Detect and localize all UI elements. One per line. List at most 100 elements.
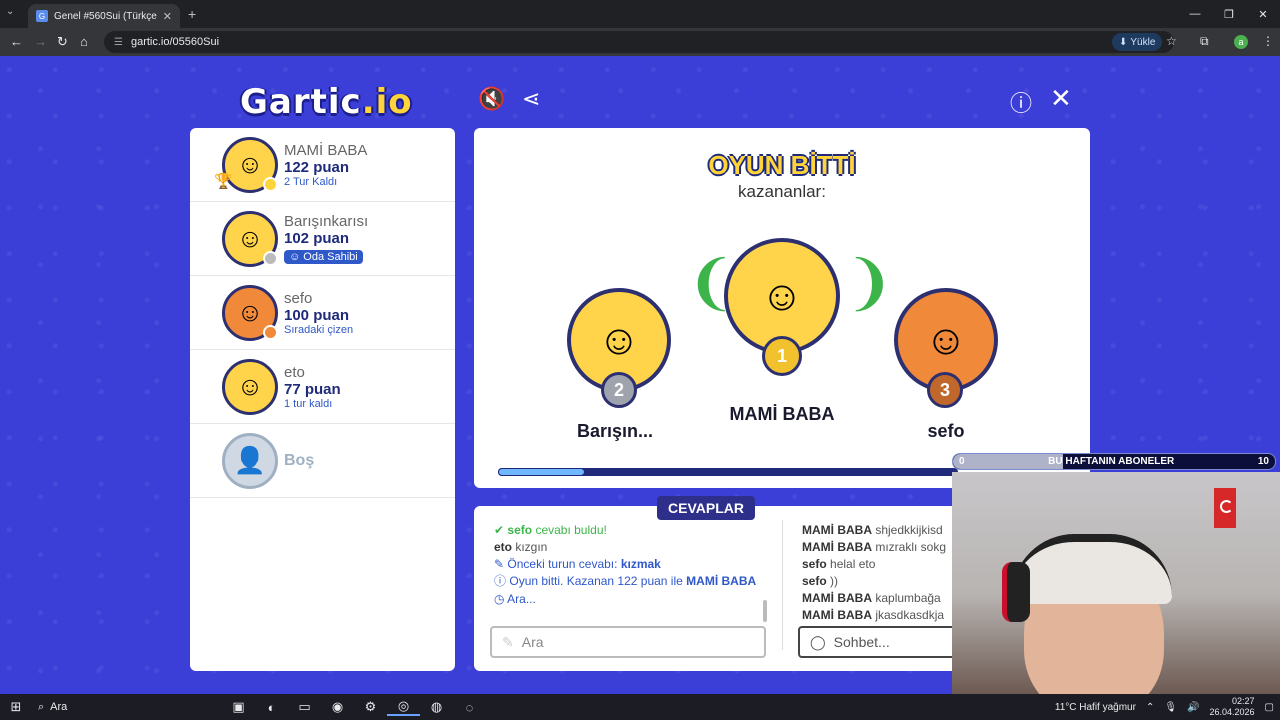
browser-toolbar: ← → ↻ ⌂ ☰ gartic.io/05560Sui ⬇ Yükle ☆ ⧉… (0, 28, 1280, 56)
volume-icon[interactable]: 🔊 (1187, 702, 1199, 713)
chat-text: mızraklı sokg (875, 540, 947, 554)
windows-taskbar: ⊞ ⌕ Ara ▣ ◐ ▭ ◉ ⚙ ◎ ◍ ◌ 11°C Hafif yağmu… (0, 694, 1280, 720)
clock-date: 26.04.2026 (1209, 707, 1255, 717)
clock-icon: ◷ (494, 592, 505, 606)
mute-icon[interactable]: 🔇 (478, 86, 505, 112)
profile-avatar[interactable]: a (1234, 35, 1248, 49)
minimize-button[interactable]: — (1178, 0, 1212, 28)
close-icon[interactable]: ✕ (1050, 83, 1072, 114)
taskbar-search[interactable]: ⌕ Ara (32, 701, 222, 714)
info-icon: ⓘ (494, 574, 507, 588)
game-over-panel: OYUN BİTTİ kazananlar: ☺ 2 Barışın... ❨ … (474, 128, 1090, 488)
gartic-logo[interactable]: Gartic.io (240, 82, 413, 122)
chat-message: MAMİ BABA shjedkkijkisd (802, 522, 952, 539)
spotify-icon[interactable]: ◉ (321, 699, 354, 715)
answers-log: ✔ sefo cevabı buldu! eto kızgın ✎ Önceki… (494, 522, 764, 608)
player-status-dot (263, 324, 278, 340)
clock[interactable]: 02:27 26.04.2026 (1210, 696, 1255, 718)
new-tab-button[interactable]: + (188, 6, 196, 22)
mic-icon[interactable]: 🎙 (1164, 702, 1177, 713)
home-icon[interactable]: ⌂ (80, 34, 88, 49)
browser-tab-active[interactable]: G Genel #560Sui (Türkçe) - Gartic.io ✕ (28, 4, 180, 28)
answer-found-line: ✔ sefo cevabı buldu! (494, 522, 764, 539)
install-app-button[interactable]: ⬇ Yükle (1112, 33, 1163, 51)
browser-menu-icon[interactable]: ⋮ (1262, 34, 1274, 48)
steam-icon[interactable]: ⚙ (354, 699, 387, 715)
empty-slot-row[interactable]: 👤 Boş (190, 424, 455, 498)
player-status-dot (263, 250, 278, 266)
answers-title: CEVAPLAR (657, 496, 755, 520)
webcam-overlay (952, 472, 1280, 694)
install-label: Yükle (1130, 36, 1156, 48)
player-name: eto (284, 363, 305, 381)
address-bar[interactable]: ☰ gartic.io/05560Sui (104, 31, 1174, 53)
answer-user: eto (494, 540, 512, 554)
player-row[interactable]: ☺ eto 77 puan 1 tur kaldı (190, 350, 455, 424)
site-info-icon[interactable]: ☰ (114, 37, 123, 48)
answer-input[interactable]: ✎ Ara (490, 626, 766, 658)
prev-answer-line: ✎ Önceki turun cevabı: kızmak (494, 556, 764, 573)
first-place-medal: 1 (762, 336, 802, 376)
file-explorer-icon[interactable]: ▭ (288, 699, 321, 715)
laurel-right-icon: ❩ (844, 249, 895, 316)
edge-icon[interactable]: ◐ (255, 700, 288, 715)
reload-icon[interactable]: ↻ (57, 34, 68, 50)
answers-scrollbar[interactable] (763, 600, 767, 622)
check-icon: ✔ (494, 523, 505, 537)
player-row[interactable]: ☺ 🏆 MAMİ BABA 122 puan 2 Tur Kaldı (190, 128, 455, 202)
chat-text: )) (830, 574, 839, 588)
obs-icon[interactable]: ◌ (453, 700, 486, 715)
info-icon[interactable]: ⓘ (1010, 86, 1032, 118)
round-progress-fill (498, 468, 586, 476)
discord-icon[interactable]: ◍ (420, 699, 453, 715)
second-place-medal: 2 (601, 372, 637, 408)
tab-search-dropdown-icon[interactable]: ⌄ (6, 6, 14, 17)
share-icon[interactable]: ⋖ (522, 86, 540, 112)
pencil-icon: ✎ (494, 557, 505, 571)
player-score: 77 puan (284, 380, 341, 398)
weather-widget[interactable]: 11°C Hafif yağmur (1055, 702, 1136, 713)
game-over-winner: MAMİ BABA (686, 574, 757, 588)
task-view-icon[interactable]: ▣ (222, 699, 255, 715)
chat-user: MAMİ BABA (802, 591, 872, 605)
player-status: Sıradaki çizen (284, 323, 354, 336)
chat-input[interactable]: ◯ Sohbet... (798, 626, 958, 658)
chat-message: sefo )) (802, 573, 952, 590)
chrome-icon[interactable]: ◎ (387, 698, 420, 716)
wait-line: ◷ Ara... (494, 591, 764, 608)
player-name: MAMİ BABA (284, 141, 368, 159)
turkish-flag (1214, 488, 1236, 528)
extensions-icon[interactable]: ⧉ (1200, 34, 1209, 49)
headset-icon (1002, 562, 1030, 622)
tab-close-icon[interactable]: ✕ (163, 10, 172, 23)
empty-slot-label: Boş (284, 451, 315, 469)
prev-answer-label: Önceki turun cevabı: (507, 557, 618, 571)
chat-text: kaplumbağa (875, 591, 941, 605)
windows-start-icon[interactable]: ⊞ (0, 699, 32, 715)
restore-button[interactable]: ❐ (1212, 0, 1246, 28)
taskbar-search-label: Ara (50, 701, 68, 713)
player-name: Barışınkarısı (284, 212, 369, 230)
trophy-icon: 🏆 (214, 173, 233, 190)
empty-avatar-icon: 👤 (222, 432, 278, 489)
chat-text: shjedkkijkisd (875, 523, 943, 537)
tray-chevron-icon[interactable]: ⌃ (1146, 702, 1154, 713)
game-over-title: OYUN BİTTİ (708, 150, 856, 180)
logo-suffix: .io (361, 82, 413, 122)
player-row[interactable]: ☺ Barışınkarısı 102 puan ☺ Oda Sahibi (190, 202, 455, 276)
prev-answer-value: kızmak (620, 557, 661, 571)
chat-user: MAMİ BABA (802, 523, 872, 537)
bookmark-star-icon[interactable]: ☆ (1166, 34, 1177, 48)
pencil-icon: ✎ (502, 633, 514, 650)
chat-user: sefo (802, 574, 827, 588)
first-place-name: MAMİ BABA (729, 404, 835, 424)
chat-user: MAMİ BABA (802, 608, 872, 622)
window-close-button[interactable]: ✕ (1246, 0, 1280, 28)
third-place-face-icon: ☺ (924, 316, 968, 363)
player-score: 122 puan (284, 158, 350, 176)
forward-icon[interactable]: → (34, 34, 47, 49)
player-row[interactable]: ☺ sefo 100 puan Sıradaki çizen (190, 276, 455, 350)
back-icon[interactable]: ← (10, 34, 23, 49)
notifications-icon[interactable]: ▢ (1265, 702, 1274, 713)
answer-input-placeholder: Ara (521, 634, 544, 650)
